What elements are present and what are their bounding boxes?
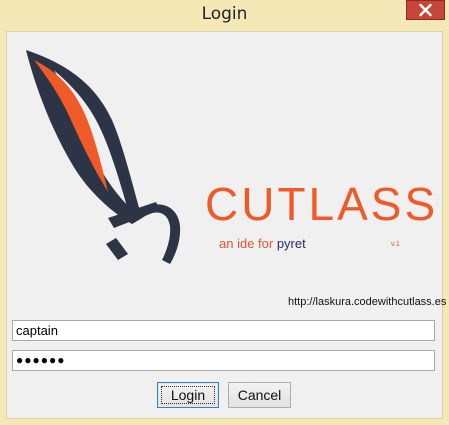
brand-tagline: an ide for pyret: [219, 236, 306, 251]
window-title: Login: [201, 4, 248, 24]
cancel-button[interactable]: Cancel: [228, 382, 291, 408]
focus-rectangle: [161, 386, 215, 404]
title-bar[interactable]: Login: [0, 0, 449, 31]
username-value: captain: [16, 323, 58, 338]
password-field[interactable]: ●●●●●●: [12, 350, 435, 371]
close-icon: [419, 3, 432, 17]
server-url: http://laskura.codewithcutlass.es: [288, 296, 447, 308]
login-window: Login CUTLASS an ide for pyret v.1 http:…: [0, 0, 449, 425]
version-label: v.1: [391, 241, 400, 248]
cancel-button-label: Cancel: [237, 387, 282, 403]
tagline-language: pyret: [276, 236, 306, 251]
password-mask: ●●●●●●: [16, 353, 66, 367]
tagline-prefix: an ide for: [219, 236, 274, 251]
cutlass-sword-logo: [26, 50, 181, 264]
login-button[interactable]: Login: [157, 382, 219, 408]
brand-name: CUTLASS: [205, 178, 439, 230]
close-button[interactable]: [406, 0, 445, 20]
username-field[interactable]: captain: [12, 320, 435, 341]
